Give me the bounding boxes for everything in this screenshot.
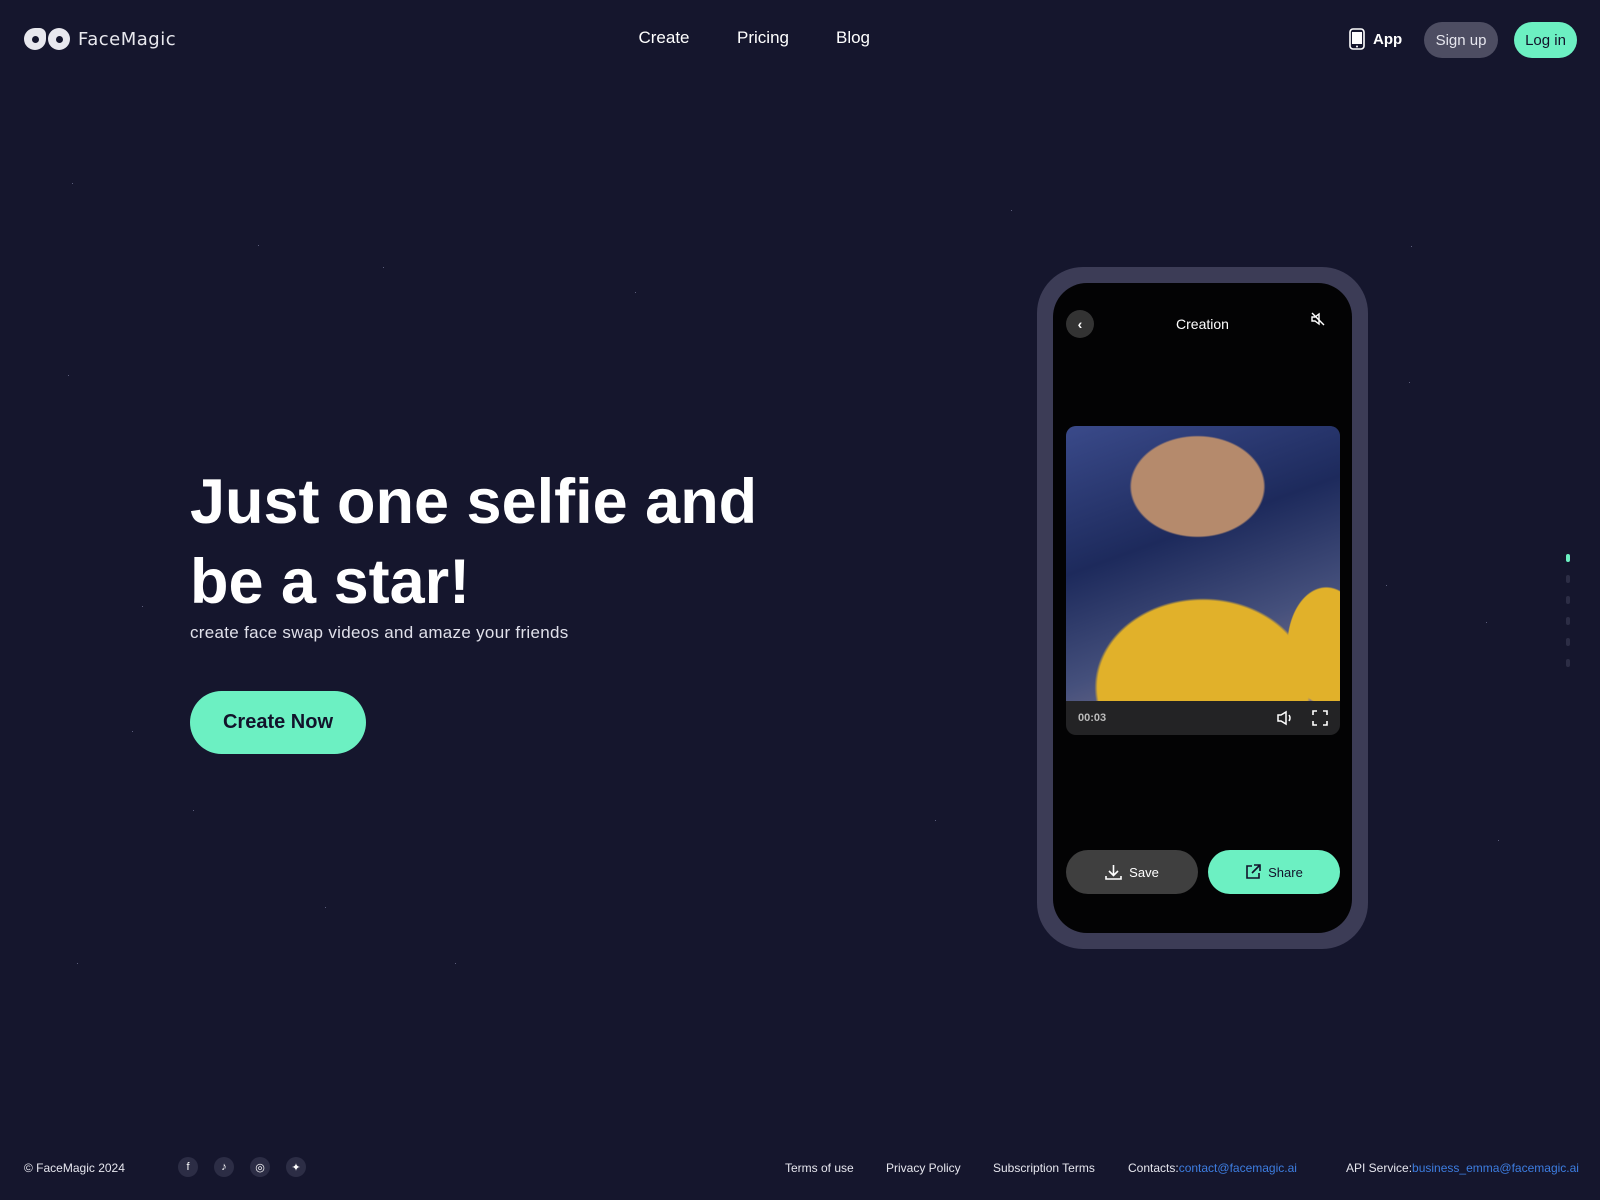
share-label: Share [1268,864,1303,880]
twitter-icon[interactable]: ✦ [286,1157,306,1177]
save-button[interactable]: Save [1066,850,1198,894]
muted-speaker-icon[interactable] [1310,311,1326,327]
hero-title-line2: be a star! [190,547,471,617]
fullscreen-icon[interactable] [1312,710,1328,726]
video-player[interactable]: 00:03 [1066,426,1340,735]
contacts-label: Contacts: [1128,1161,1179,1175]
pager-dot[interactable] [1566,596,1570,604]
pager-dot[interactable] [1566,617,1570,625]
brand-logo[interactable]: FaceMagic [24,28,176,50]
facebook-icon[interactable]: f [178,1157,198,1177]
copyright: © FaceMagic 2024 [24,1161,125,1175]
download-icon [1105,864,1122,880]
screen-title: Creation [1176,316,1229,332]
nav-create[interactable]: Create [638,28,689,48]
video-time: 00:03 [1078,712,1107,724]
hero-title-line1: Just one selfie and [190,467,758,537]
pager-dot[interactable] [1566,575,1570,583]
phone-mockup: ‹ Creation 00:03 Save Share [1037,267,1368,949]
tiktok-icon[interactable]: ♪ [214,1157,234,1177]
pager-dot[interactable] [1566,638,1570,646]
video-frame [1066,426,1340,701]
volume-icon[interactable] [1276,710,1294,726]
api-email-link[interactable]: business_emma@facemagic.ai [1412,1161,1579,1175]
save-label: Save [1129,864,1159,880]
share-button[interactable]: Share [1208,850,1340,894]
slide-pager [1566,554,1570,667]
terms-of-use-link[interactable]: Terms of use [785,1161,854,1175]
privacy-policy-link[interactable]: Privacy Policy [886,1161,961,1175]
pager-dot[interactable] [1566,554,1570,562]
instagram-icon[interactable]: ◎ [250,1157,270,1177]
contacts: Contacts:contact@facemagic.ai [1128,1161,1297,1175]
phone-app-icon [1349,28,1365,50]
logo-icon [24,28,70,50]
brand-name: FaceMagic [78,28,177,50]
create-now-button[interactable]: Create Now [190,691,366,754]
video-controls: 00:03 [1066,701,1340,735]
subscription-terms-link[interactable]: Subscription Terms [993,1161,1095,1175]
log-in-button[interactable]: Log in [1514,22,1577,58]
nav-pricing[interactable]: Pricing [737,28,789,48]
app-link[interactable]: App [1349,28,1402,50]
nav-blog[interactable]: Blog [836,28,870,48]
contact-email-link[interactable]: contact@facemagic.ai [1179,1161,1297,1175]
sign-up-button[interactable]: Sign up [1424,22,1498,58]
phone-screen: ‹ Creation 00:03 Save Share [1053,283,1352,933]
share-external-icon [1246,864,1261,879]
pager-dot[interactable] [1566,659,1570,667]
hero-title: Just one selfie and be a star! [190,462,890,622]
api-service: API Service:business_emma@facemagic.ai [1346,1161,1579,1175]
app-label: App [1373,30,1403,48]
hero-subtitle: create face swap videos and amaze your f… [190,623,569,642]
api-label: API Service: [1346,1161,1413,1175]
